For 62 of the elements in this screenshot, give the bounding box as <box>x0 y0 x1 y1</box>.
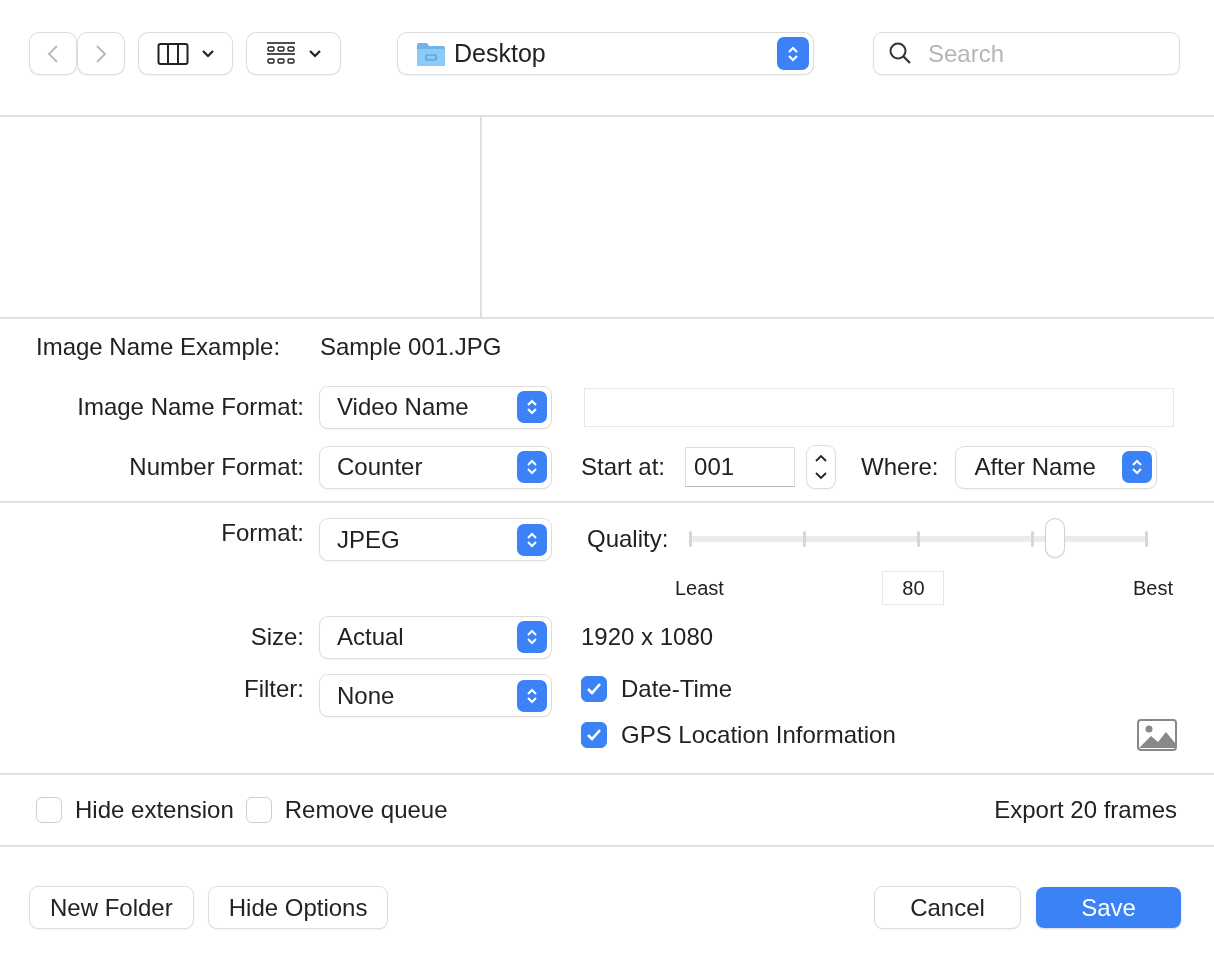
stepper-icon <box>517 523 547 556</box>
stepper-icon <box>1122 451 1153 483</box>
chevron-left-icon <box>47 43 59 64</box>
checkbox-label: Hide extension <box>75 796 234 824</box>
slider-min-label: Least <box>675 576 724 600</box>
search-icon <box>888 41 912 65</box>
chevron-right-icon <box>95 43 107 64</box>
format-popup[interactable]: JPEG <box>320 519 551 560</box>
name-text-field[interactable] <box>584 387 1174 427</box>
field-label: Image Name Example: <box>36 333 282 361</box>
grid-icon <box>265 40 296 67</box>
stepper-button[interactable] <box>807 446 836 488</box>
start-at-field[interactable]: 001 <box>685 447 796 487</box>
location-popup[interactable]: Desktop <box>398 33 813 74</box>
folder-icon <box>416 40 446 67</box>
stepper-icon <box>517 451 547 483</box>
stepper-icon <box>517 391 547 423</box>
field-label: Image Name Format: <box>76 393 304 421</box>
push-button[interactable]: Cancel <box>875 887 1020 928</box>
slider-max-label: Best <box>1132 576 1173 600</box>
where-popup[interactable]: After Name <box>956 446 1157 488</box>
checkbox-label: Date-Time <box>621 675 733 703</box>
checkbox-label: Remove queue <box>284 796 448 824</box>
size-popup[interactable]: Actual <box>320 616 551 658</box>
example-filename: Sample 001.JPG <box>320 333 502 361</box>
caret-icon <box>307 48 322 59</box>
field-label: Size: <box>249 623 304 651</box>
field-label: Format: <box>220 519 304 547</box>
caret-icon <box>200 48 215 59</box>
image-icon[interactable] <box>1137 719 1177 751</box>
push-button[interactable]: Hide Options <box>208 887 388 928</box>
checkmark-icon <box>585 727 603 743</box>
field-label: Filter: <box>243 675 304 703</box>
number-format-popup[interactable]: Counter <box>320 446 551 488</box>
name-format-popup[interactable]: Video Name <box>320 386 551 428</box>
quality-value-field[interactable]: 80 <box>882 571 945 605</box>
filter-popup[interactable]: None <box>320 675 551 716</box>
checkbox[interactable] <box>36 797 62 823</box>
columns-icon <box>156 41 189 66</box>
field-label: Quality: <box>587 525 669 553</box>
column-view-button[interactable] <box>139 33 232 74</box>
stepper-icon <box>777 37 809 70</box>
export-count-text: Export 20 frames <box>994 796 1177 824</box>
checkbox[interactable] <box>581 676 607 702</box>
slider-thumb[interactable] <box>1046 519 1065 557</box>
group-view-button[interactable] <box>247 33 340 74</box>
field-label: Where: <box>861 453 939 481</box>
checkbox-label: GPS Location Information <box>621 721 896 749</box>
push-button[interactable]: New Folder <box>30 887 193 928</box>
checkbox[interactable] <box>245 797 272 823</box>
default-button[interactable]: Save <box>1036 887 1181 928</box>
checkbox[interactable] <box>581 722 607 748</box>
stepper-icon <box>517 621 547 653</box>
stepper-icon <box>517 679 547 712</box>
forward-button[interactable] <box>78 33 124 74</box>
dimensions-text: 1920 x 1080 <box>581 623 714 651</box>
field-label: Number Format: <box>128 453 304 481</box>
up-down-arrows-icon <box>814 452 829 482</box>
checkmark-icon <box>585 681 603 697</box>
field-label: Start at: <box>581 453 666 481</box>
back-button[interactable] <box>30 33 76 74</box>
search-field[interactable]: Search <box>874 33 1179 74</box>
